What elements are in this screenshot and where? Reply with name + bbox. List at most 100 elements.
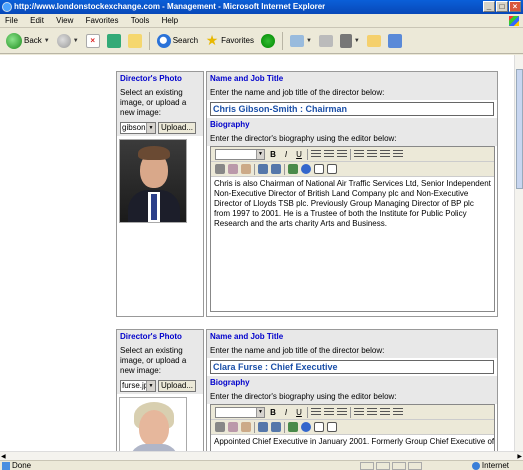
- stop-button[interactable]: ×: [84, 31, 102, 51]
- edit-button[interactable]: ▼: [338, 31, 362, 51]
- align-left-icon[interactable]: [311, 149, 321, 159]
- photo-suit-shape: [130, 444, 178, 451]
- redo-icon[interactable]: [271, 164, 281, 174]
- align-right-icon[interactable]: [337, 407, 347, 417]
- copy-icon[interactable]: [228, 164, 238, 174]
- mail-button[interactable]: ▼: [288, 31, 314, 51]
- bullet-list-icon[interactable]: [354, 149, 364, 159]
- biography-header: Biography: [207, 118, 497, 132]
- insert-image-icon[interactable]: [288, 422, 298, 432]
- media-button[interactable]: [259, 31, 277, 51]
- name-input[interactable]: Clara Furse : Chief Executive: [210, 360, 494, 374]
- forward-dropdown-icon[interactable]: ▼: [73, 38, 79, 44]
- indent-icon[interactable]: [393, 149, 403, 159]
- copy-icon[interactable]: [228, 422, 238, 432]
- ie-logo-icon: [2, 2, 12, 12]
- undo-icon[interactable]: [258, 164, 268, 174]
- biography-header: Biography: [207, 376, 497, 390]
- vertical-scroll-thumb[interactable]: [516, 69, 523, 189]
- cut-icon[interactable]: [215, 422, 225, 432]
- underline-button[interactable]: U: [294, 150, 304, 159]
- status-panel: [360, 462, 374, 470]
- search-button[interactable]: Search: [155, 31, 200, 51]
- director-photo: [119, 397, 187, 451]
- align-center-icon[interactable]: [324, 149, 334, 159]
- home-icon: [127, 33, 142, 48]
- status-panel: [408, 462, 422, 470]
- cut-icon[interactable]: [215, 164, 225, 174]
- photo-select[interactable]: furse.jp ▼: [120, 380, 156, 392]
- menu-edit[interactable]: Edit: [25, 14, 49, 28]
- menu-favorites[interactable]: Favorites: [81, 14, 124, 28]
- undo-icon[interactable]: [258, 422, 268, 432]
- insert-box-icon[interactable]: [327, 164, 337, 174]
- biography-text[interactable]: Appointed Chief Executive in January 200…: [211, 435, 494, 449]
- name-instructions: Enter the name and job title of the dire…: [207, 86, 497, 100]
- align-right-icon[interactable]: [337, 149, 347, 159]
- photo-face-shape: [139, 410, 169, 446]
- bold-button[interactable]: B: [268, 408, 278, 417]
- photo-controls: furse.jp ▼ Upload...: [117, 378, 203, 394]
- director-photo: [119, 139, 187, 223]
- standard-toolbar: Back ▼ ▼ × Search ★ Favorites ▼ ▼: [0, 28, 523, 54]
- scroll-right-icon[interactable]: ▶: [517, 453, 522, 460]
- status-panel: [376, 462, 390, 470]
- insert-box-icon[interactable]: [327, 422, 337, 432]
- forward-button[interactable]: ▼: [55, 31, 81, 51]
- mail-dropdown-icon[interactable]: ▼: [306, 38, 312, 44]
- numbered-list-icon[interactable]: [367, 407, 377, 417]
- details-panel: Name and Job Title Enter the name and jo…: [206, 329, 498, 451]
- font-select[interactable]: ▼: [215, 148, 265, 160]
- favorites-button[interactable]: ★ Favorites: [203, 31, 256, 51]
- outdent-icon[interactable]: [380, 407, 390, 417]
- bold-button[interactable]: B: [268, 150, 278, 159]
- print-button[interactable]: [317, 31, 335, 51]
- edit-dropdown-icon[interactable]: ▼: [354, 38, 360, 44]
- toolbar-separator: [284, 163, 285, 175]
- media-icon: [260, 33, 275, 48]
- maximize-button[interactable]: □: [496, 1, 508, 12]
- menu-help[interactable]: Help: [157, 14, 183, 28]
- menu-view[interactable]: View: [51, 14, 78, 28]
- font-select[interactable]: ▼: [215, 406, 265, 418]
- italic-button[interactable]: I: [281, 150, 291, 159]
- italic-button[interactable]: I: [281, 408, 291, 417]
- insert-link-icon[interactable]: [301, 164, 311, 174]
- home-button[interactable]: [126, 31, 144, 51]
- vertical-scrollbar[interactable]: [514, 55, 523, 451]
- refresh-button[interactable]: [105, 31, 123, 51]
- insert-image-icon[interactable]: [288, 164, 298, 174]
- numbered-list-icon[interactable]: [367, 149, 377, 159]
- mail-icon: [289, 34, 304, 47]
- insert-table-icon[interactable]: [314, 164, 324, 174]
- scroll-left-icon[interactable]: ◀: [1, 453, 6, 460]
- biography-text[interactable]: Chris is also Chairman of National Air T…: [211, 177, 494, 231]
- back-button[interactable]: Back ▼: [4, 31, 52, 51]
- photo-select[interactable]: gibson ▼: [120, 122, 156, 134]
- messenger-button[interactable]: [386, 31, 404, 51]
- upload-button[interactable]: Upload...: [158, 380, 197, 392]
- upload-button[interactable]: Upload...: [158, 122, 197, 134]
- insert-link-icon[interactable]: [301, 422, 311, 432]
- redo-icon[interactable]: [271, 422, 281, 432]
- align-center-icon[interactable]: [324, 407, 334, 417]
- horizontal-scrollbar[interactable]: ◀ ▶: [0, 451, 523, 460]
- indent-icon[interactable]: [393, 407, 403, 417]
- messenger-icon: [387, 33, 402, 48]
- folder-button[interactable]: [365, 31, 383, 51]
- outdent-icon[interactable]: [380, 149, 390, 159]
- insert-table-icon[interactable]: [314, 422, 324, 432]
- menu-tools[interactable]: Tools: [126, 14, 155, 28]
- menu-file[interactable]: File: [0, 14, 23, 28]
- close-button[interactable]: ×: [509, 1, 521, 12]
- align-left-icon[interactable]: [311, 407, 321, 417]
- name-input[interactable]: Chris Gibson-Smith : Chairman: [210, 102, 494, 116]
- paste-icon[interactable]: [241, 164, 251, 174]
- paste-icon[interactable]: [241, 422, 251, 432]
- minimize-button[interactable]: _: [483, 1, 495, 12]
- underline-button[interactable]: U: [294, 408, 304, 417]
- bullet-list-icon[interactable]: [354, 407, 364, 417]
- chevron-down-icon: ▼: [146, 381, 155, 391]
- back-dropdown-icon[interactable]: ▼: [44, 38, 50, 44]
- back-arrow-icon: [6, 32, 22, 49]
